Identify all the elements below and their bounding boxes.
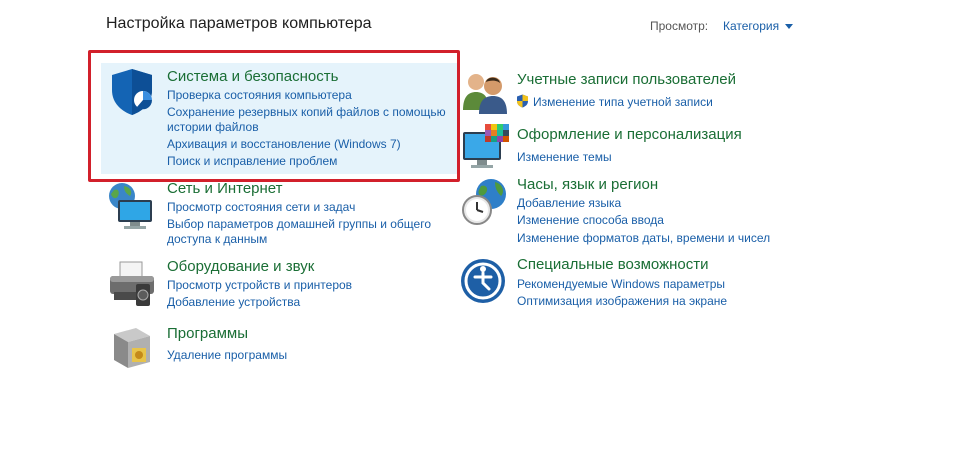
category-title-ease[interactable]: Специальные возможности [517, 256, 709, 273]
monitor-palette-icon[interactable] [459, 122, 511, 174]
chevron-down-icon [785, 24, 794, 29]
link-add-language[interactable]: Добавление языка [517, 195, 621, 211]
link-optimize-display[interactable]: Оптимизация изображения на экране [517, 293, 727, 309]
link-change-date-time-formats[interactable]: Изменение форматов даты, времени и чисел [517, 230, 770, 246]
view-by-dropdown[interactable]: Категория [723, 19, 794, 33]
category-title-accounts[interactable]: Учетные записи пользователей [517, 71, 736, 88]
programs-box-icon[interactable] [106, 322, 158, 374]
link-change-account-type[interactable]: Изменение типа учетной записи [533, 94, 713, 110]
category-title-programs[interactable]: Программы [167, 325, 248, 342]
link-recommended-settings[interactable]: Рекомендуемые Windows параметры [517, 276, 725, 292]
network-globe-icon[interactable] [106, 180, 158, 232]
view-by-value: Категория [723, 19, 780, 33]
shield-icon[interactable] [106, 66, 158, 118]
link-devices-printers[interactable]: Просмотр устройств и принтеров [167, 277, 352, 293]
link-homegroup-sharing[interactable]: Выбор параметров домашней группы и общег… [167, 216, 431, 232]
link-change-input-method[interactable]: Изменение способа ввода [517, 212, 664, 228]
category-title-appearance[interactable]: Оформление и персонализация [517, 126, 742, 143]
link-backup-restore-win7[interactable]: Архивация и восстановление (Windows 7) [167, 136, 401, 152]
category-title-system[interactable]: Система и безопасность [167, 68, 338, 85]
link-homegroup-sharing-continued[interactable]: доступа к данным [167, 231, 267, 247]
link-file-history-backup-continued[interactable]: истории файлов [167, 119, 259, 135]
link-add-device[interactable]: Добавление устройства [167, 294, 300, 310]
printer-icon[interactable] [106, 258, 158, 310]
link-network-status[interactable]: Просмотр состояния сети и задач [167, 199, 355, 215]
uac-shield-icon [517, 94, 528, 108]
users-icon[interactable] [459, 66, 511, 118]
category-title-network[interactable]: Сеть и Интернет [167, 180, 283, 197]
category-title-clock[interactable]: Часы, язык и регион [517, 176, 658, 193]
link-troubleshoot[interactable]: Поиск и исправление проблем [167, 153, 337, 169]
link-file-history-backup[interactable]: Сохранение резервных копий файлов с помо… [167, 104, 446, 120]
link-change-theme[interactable]: Изменение темы [517, 149, 612, 165]
view-by-label: Просмотр: [650, 19, 709, 33]
link-check-computer-status[interactable]: Проверка состояния компьютера [167, 87, 352, 103]
page-title: Настройка параметров компьютера [106, 15, 372, 32]
clock-globe-icon[interactable] [459, 176, 511, 228]
category-title-hardware[interactable]: Оборудование и звук [167, 258, 314, 275]
link-uninstall-program[interactable]: Удаление программы [167, 347, 287, 363]
ease-of-access-icon[interactable] [459, 255, 511, 307]
